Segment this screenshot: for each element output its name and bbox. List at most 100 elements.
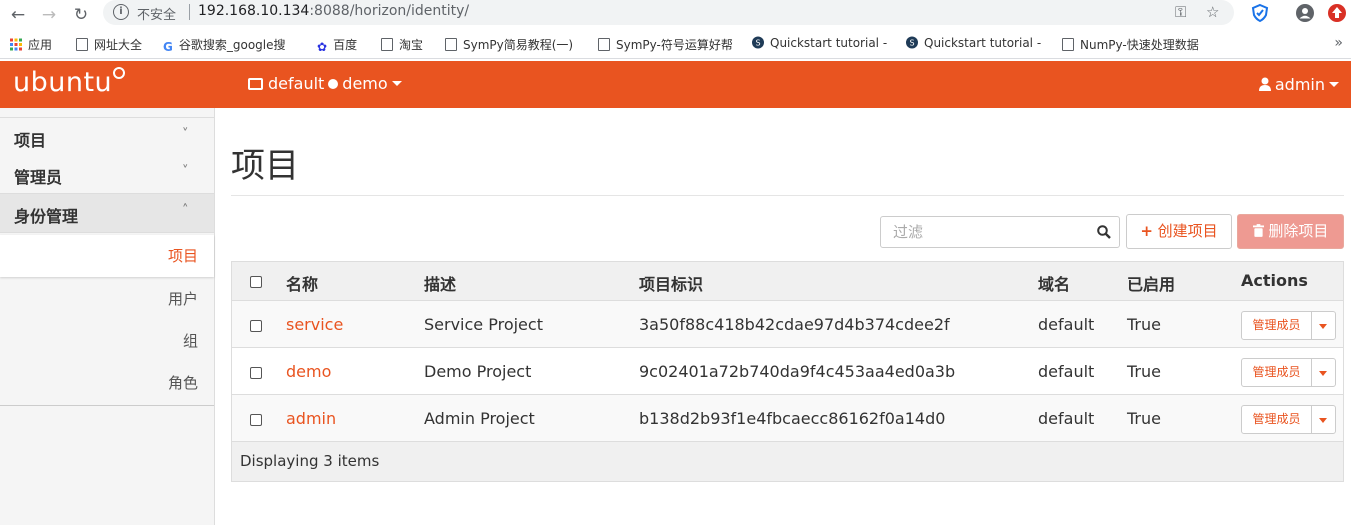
user-icon — [1258, 77, 1271, 91]
sidebar-item-projects[interactable]: 项目 — [0, 235, 214, 277]
bookmark-apps[interactable]: 应用 — [10, 36, 52, 53]
bookmark-quickstart-1[interactable]: S Quickstart tutorial - — [752, 36, 887, 50]
bookmark-taobao[interactable]: 淘宝 — [381, 36, 423, 53]
row-checkbox[interactable] — [250, 414, 262, 426]
sidebar-section-project[interactable]: 项目 ˅ — [0, 117, 214, 156]
manage-members-button[interactable]: 管理成员 — [1241, 311, 1312, 340]
project-id: 9c02401a72b740da9f4c453aa4ed0a3b — [639, 362, 956, 381]
project-enabled: True — [1127, 362, 1161, 381]
app-header: ubuntu default demo admin — [0, 61, 1351, 108]
sidebar-item-users[interactable]: 用户 — [0, 278, 214, 320]
filter-box — [880, 216, 1120, 248]
chevron-down-icon: ˅ — [182, 127, 189, 142]
bookmark-sympy-1[interactable]: SymPy简易教程(一) — [445, 36, 573, 53]
bookmark-numpy[interactable]: NumPy-快速处理数据 — [1062, 36, 1199, 53]
project-context-dropdown[interactable]: default demo — [248, 74, 402, 93]
projects-table: 名称 描述 项目标识 域名 已启用 Actions service Servic… — [231, 261, 1344, 482]
column-header-project-id[interactable]: 项目标识 — [639, 271, 703, 295]
column-header-enabled[interactable]: 已启用 — [1127, 271, 1175, 295]
user-menu-dropdown[interactable]: admin — [1258, 75, 1339, 94]
search-icon[interactable] — [1097, 225, 1111, 239]
column-header-domain[interactable]: 域名 — [1038, 271, 1070, 295]
column-header-description[interactable]: 描述 — [424, 271, 456, 295]
apps-grid-icon — [10, 38, 22, 51]
caret-down-icon — [1329, 82, 1339, 87]
column-header-name[interactable]: 名称 — [286, 271, 318, 295]
create-project-button[interactable]: + 创建项目 — [1126, 214, 1232, 249]
row-actions-dropdown[interactable] — [1311, 405, 1336, 434]
file-icon — [445, 38, 457, 51]
delete-projects-button[interactable]: 删除项目 — [1237, 214, 1344, 249]
row-checkbox[interactable] — [250, 320, 262, 332]
sidebar-divider — [0, 405, 214, 406]
forward-arrow-icon[interactable]: → — [37, 3, 61, 27]
bookmark-wangzhi[interactable]: 网址大全 — [76, 36, 142, 53]
table-header: 名称 描述 项目标识 域名 已启用 Actions — [232, 262, 1343, 301]
sidebar-section-label: 项目 — [14, 131, 47, 150]
sidebar-section-label: 管理员 — [14, 168, 63, 187]
sidebar: 项目 ˅ 管理员 ˅ 身份管理 ˄ 项目 用户 组 角色 — [0, 108, 215, 525]
svg-text:S: S — [756, 39, 761, 48]
svg-text:S: S — [910, 39, 915, 48]
manage-members-button[interactable]: 管理成员 — [1241, 358, 1312, 387]
sidebar-section-identity[interactable]: 身份管理 ˄ — [0, 194, 214, 233]
profile-avatar-icon[interactable] — [1295, 3, 1315, 23]
info-icon[interactable]: i — [113, 4, 129, 20]
sidebar-section-admin[interactable]: 管理员 ˅ — [0, 155, 214, 194]
sidebar-item-groups[interactable]: 组 — [0, 320, 214, 362]
row-checkbox[interactable] — [250, 367, 262, 379]
project-description: Admin Project — [424, 409, 535, 428]
project-name-link[interactable]: service — [286, 315, 343, 334]
file-icon — [381, 38, 393, 51]
scipy-icon: S — [752, 36, 764, 49]
security-label[interactable]: 不安全 — [137, 4, 176, 23]
table-footer: Displaying 3 items — [232, 442, 1343, 481]
row-actions-dropdown[interactable] — [1311, 311, 1336, 340]
context-dot-icon — [328, 79, 339, 89]
key-icon[interactable]: ⚿ — [1175, 3, 1186, 21]
filter-input[interactable] — [881, 217, 1093, 247]
project-enabled: True — [1127, 315, 1161, 334]
baidu-paw-icon: ✿ — [317, 40, 328, 54]
caret-down-icon — [1319, 324, 1327, 329]
project-description: Service Project — [424, 315, 543, 334]
table-row: admin Admin Project b138d2b93f1e4fbcaecc… — [232, 395, 1343, 442]
domain-icon — [248, 78, 263, 90]
project-domain: default — [1038, 315, 1095, 334]
url-text[interactable]: 192.168.10.134:8088/horizon/identity/ — [198, 3, 469, 19]
reload-icon[interactable]: ↻ — [69, 3, 93, 27]
file-icon — [598, 38, 610, 51]
back-arrow-icon[interactable]: ← — [6, 3, 30, 27]
ubuntu-circle-icon — [113, 67, 126, 79]
url-host: 192.168.10.134 — [198, 3, 310, 19]
bookmark-google[interactable]: G 谷歌搜索_google搜 — [163, 36, 286, 54]
ubuntu-logo[interactable]: ubuntu — [13, 67, 126, 98]
project-enabled: True — [1127, 409, 1161, 428]
user-name: admin — [1274, 75, 1325, 94]
bookmark-sympy-2[interactable]: SymPy-符号运算好帮 — [598, 36, 733, 53]
sidebar-section-label: 身份管理 — [14, 207, 79, 226]
google-icon: G — [163, 40, 173, 54]
caret-down-icon — [1319, 371, 1327, 376]
project-name-link[interactable]: admin — [286, 409, 336, 428]
project-id: 3a50f88c418b42cdae97d4b374cdee2f — [639, 315, 950, 334]
bookmark-quickstart-2[interactable]: S Quickstart tutorial - — [906, 36, 1041, 50]
context-domain: default — [268, 74, 325, 93]
chevron-up-icon: ˄ — [182, 203, 189, 218]
star-icon[interactable]: ☆ — [1206, 3, 1219, 21]
bookmark-baidu[interactable]: ✿ 百度 — [317, 36, 357, 54]
sidebar-item-roles[interactable]: 角色 — [0, 362, 214, 404]
shield-extension-icon[interactable] — [1250, 3, 1270, 23]
project-domain: default — [1038, 409, 1095, 428]
table-row: demo Demo Project 9c02401a72b740da9f4c45… — [232, 348, 1343, 395]
address-bar[interactable]: i 不安全 192.168.10.134:8088/horizon/identi… — [103, 0, 1234, 25]
project-name-link[interactable]: demo — [286, 362, 331, 381]
manage-members-button[interactable]: 管理成员 — [1241, 405, 1312, 434]
bookmarks-overflow-icon[interactable]: » — [1334, 35, 1343, 51]
row-actions-dropdown[interactable] — [1311, 358, 1336, 387]
select-all-checkbox[interactable] — [250, 276, 262, 288]
update-extension-icon[interactable] — [1327, 3, 1347, 23]
table-row: service Service Project 3a50f88c418b42cd… — [232, 301, 1343, 348]
items-count: Displaying 3 items — [240, 452, 380, 470]
browser-toolbar: ← → ↻ i 不安全 192.168.10.134:8088/horizon/… — [0, 0, 1351, 30]
